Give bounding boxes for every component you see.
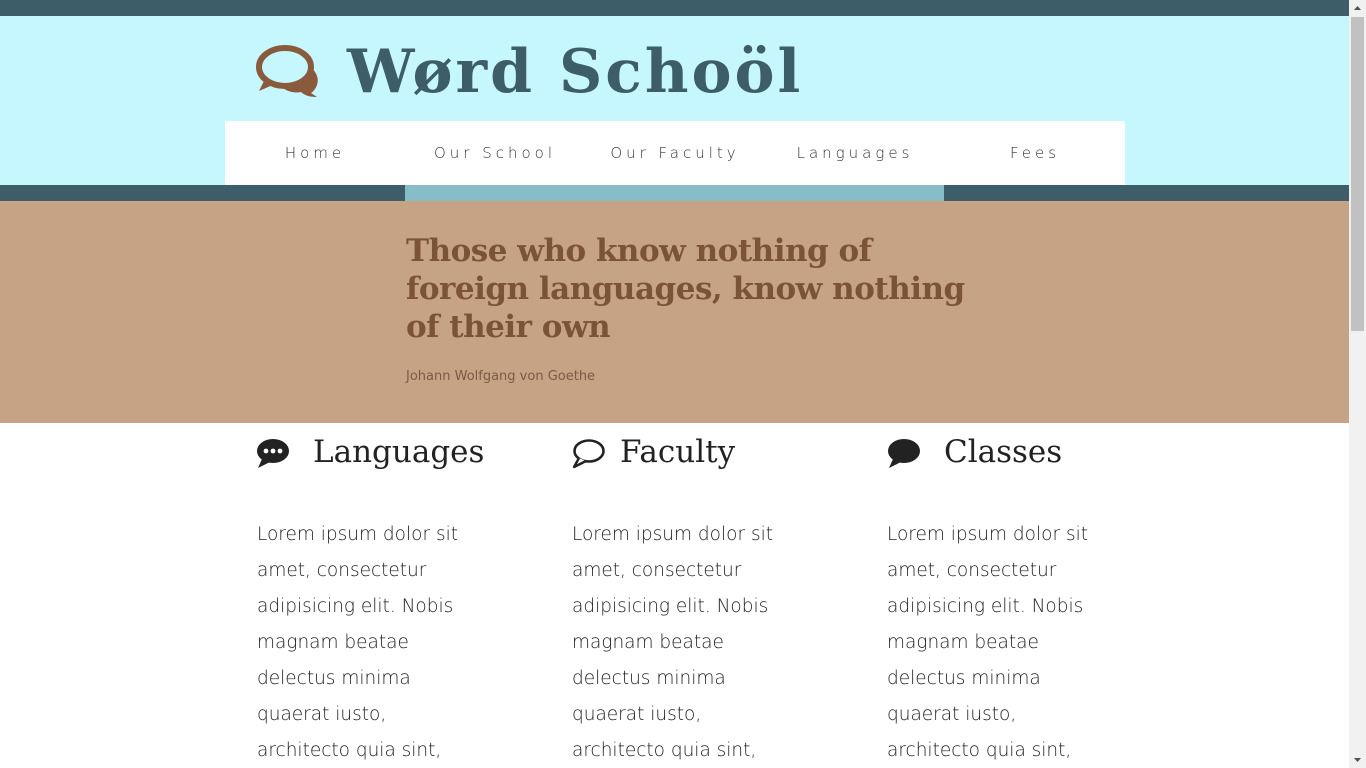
speech-bubbles-icon: [256, 45, 318, 97]
column-languages: Languages Lorem ipsum dolor sit amet, co…: [257, 431, 507, 761]
column-title: Languages: [313, 434, 485, 470]
column-faculty: Faculty Lorem ipsum dolor sit amet, cons…: [572, 431, 822, 761]
nav-item-languages[interactable]: Languages: [765, 121, 945, 185]
page: Wørd Schoöl Home Our School Our Faculty …: [0, 0, 1349, 768]
column-classes: Classes Lorem ipsum dolor sit amet, cons…: [887, 431, 1137, 761]
scroll-down-arrow-icon[interactable]: [1349, 751, 1366, 768]
hero-quote-section: Those who know nothing of foreign langua…: [0, 201, 1349, 423]
column-text: Lorem ipsum dolor sit amet, consectetur …: [257, 524, 458, 761]
column-title: Faculty: [620, 434, 736, 470]
quote-author: Johann Wolfgang von Goethe: [406, 369, 596, 384]
nav-item-home[interactable]: Home: [225, 121, 405, 185]
speech-bubble-solid-icon: [888, 439, 920, 468]
column-header: Faculty: [572, 431, 822, 481]
column-header: Languages: [257, 431, 507, 481]
nav-stripe: [0, 185, 1349, 201]
main-nav: Home Our School Our Faculty Languages Fe…: [225, 121, 1125, 185]
vertical-scrollbar[interactable]: [1349, 0, 1366, 768]
hero-quote: Those who know nothing of foreign langua…: [406, 233, 965, 345]
site-header: Wørd Schoöl Home Our School Our Faculty …: [0, 16, 1349, 185]
nav-item-fees[interactable]: Fees: [945, 121, 1125, 185]
site-title[interactable]: Wørd Schoöl: [347, 32, 803, 112]
scroll-up-arrow-icon[interactable]: [1349, 0, 1366, 17]
nav-item-our-faculty[interactable]: Our Faculty: [585, 121, 765, 185]
column-text: Lorem ipsum dolor sit amet, consectetur …: [887, 524, 1088, 761]
nav-item-our-school[interactable]: Our School: [405, 121, 585, 185]
column-text: Lorem ipsum dolor sit amet, consectetur …: [572, 524, 773, 761]
speech-bubble-dots-icon: [257, 439, 289, 468]
speech-bubble-outline-icon: [572, 439, 605, 469]
column-header: Classes: [887, 431, 1137, 481]
scrollbar-thumb[interactable]: [1351, 17, 1364, 331]
column-title: Classes: [944, 434, 1063, 470]
active-nav-indicator: [405, 185, 944, 201]
top-bar: [0, 0, 1349, 16]
